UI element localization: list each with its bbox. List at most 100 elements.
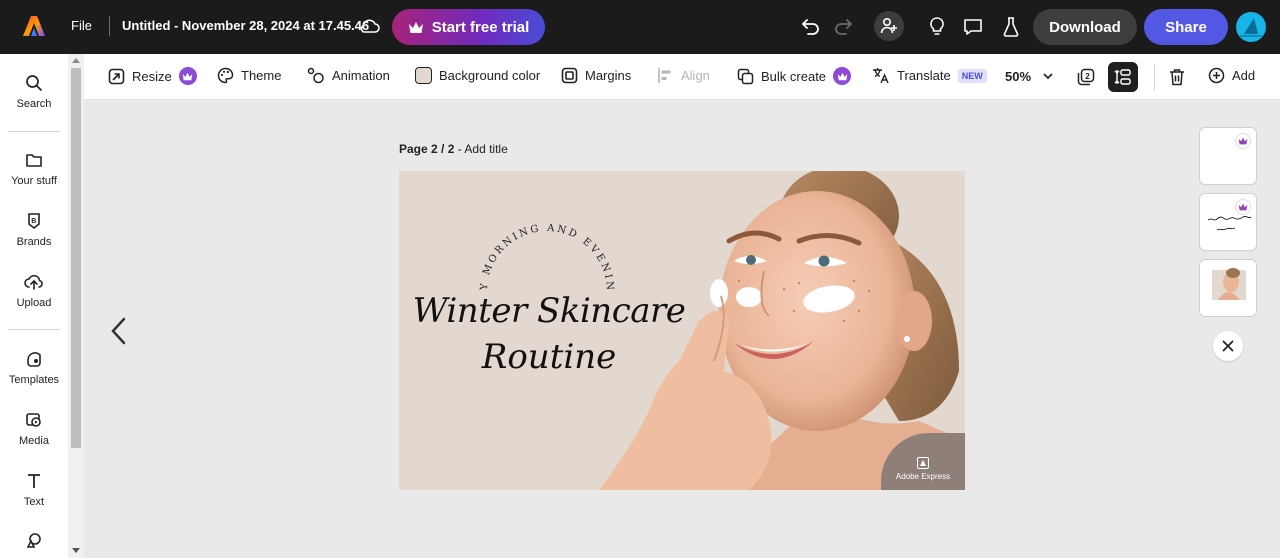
cloud-sync-icon[interactable]	[358, 17, 380, 35]
close-panel-button[interactable]	[1213, 331, 1243, 361]
sidebar-item-your-stuff[interactable]: Your stuff	[0, 151, 68, 187]
page-thumbnail-3[interactable]	[1199, 259, 1257, 317]
animation-button[interactable]: Animation	[307, 67, 390, 84]
pages-icon: 2	[1077, 68, 1095, 86]
sidebar-item-label: Brands	[16, 236, 52, 248]
scroll-thumb[interactable]	[71, 68, 81, 448]
margins-button[interactable]: Margins	[561, 67, 631, 84]
sidebar-divider	[8, 131, 60, 132]
text-icon	[28, 474, 40, 488]
add-title-link[interactable]: Add title	[464, 142, 507, 156]
start-free-trial-button[interactable]: Start free trial	[392, 9, 545, 45]
sidebar-item-search[interactable]: Search	[0, 74, 68, 110]
undo-icon	[801, 19, 819, 35]
adobe-express-logo[interactable]	[22, 14, 46, 38]
delete-button[interactable]	[1166, 66, 1188, 88]
sidebar-item-label: Templates	[8, 374, 60, 386]
add-page-button[interactable]: Add	[1208, 67, 1255, 84]
sidebar-item-brands[interactable]: B Brands	[0, 212, 68, 248]
add-circle-icon	[1208, 67, 1225, 84]
user-avatar[interactable]	[1236, 12, 1266, 42]
left-sidebar: Search Your stuff B Brands Upload Templa…	[0, 54, 68, 558]
premium-crown-icon	[1235, 133, 1251, 149]
flask-icon	[1003, 17, 1019, 37]
new-badge: NEW	[957, 68, 987, 83]
translate-label: Translate	[897, 68, 951, 83]
page-thumbnail-2[interactable]	[1199, 193, 1257, 251]
file-menu-button[interactable]: File	[71, 18, 92, 33]
sidebar-item-media[interactable]: Media	[0, 411, 68, 447]
ideas-button[interactable]	[925, 14, 949, 40]
sidebar-item-text[interactable]: Text	[0, 472, 68, 508]
headline-line-1: Winter Skincare	[412, 291, 686, 331]
scroll-down-arrow[interactable]	[72, 548, 80, 553]
palette-icon	[217, 67, 234, 84]
headline-line-2: Routine	[481, 337, 617, 377]
zoom-level[interactable]: 50%	[1005, 69, 1031, 84]
design-artboard[interactable]: MY MORNING AND EVENING Winter Skincare R…	[399, 171, 965, 490]
bulk-create-button[interactable]: Bulk create	[737, 67, 852, 85]
page-number: Page 2 / 2	[399, 142, 455, 156]
upload-icon	[24, 274, 43, 290]
sidebar-item-label: Media	[19, 435, 49, 447]
sidebar-item-label: Upload	[16, 297, 52, 309]
background-color-swatch	[415, 67, 432, 84]
sidebar-item-label: Search	[16, 98, 52, 110]
page-thumbnail-1[interactable]	[1199, 127, 1257, 185]
premium-crown-icon	[833, 67, 852, 85]
layout-toggle-button[interactable]	[1108, 62, 1138, 92]
premium-crown-icon	[178, 67, 197, 85]
brand-icon: B	[28, 213, 40, 230]
resize-label: Resize	[132, 68, 172, 84]
sidebar-item-elements[interactable]	[0, 531, 68, 549]
headline[interactable]: Winter Skincare Routine	[399, 289, 699, 381]
invite-collaborator-button[interactable]	[874, 11, 904, 41]
toolbar-divider	[1154, 64, 1155, 90]
redo-button[interactable]	[830, 14, 856, 40]
sidebar-item-label: Text	[23, 496, 45, 508]
page-heading: Page 2 / 2 - Add title	[399, 142, 508, 156]
sidebar-scrollbar[interactable]	[68, 54, 84, 558]
align-button[interactable]: Align	[657, 67, 710, 84]
align-label: Align	[681, 68, 710, 83]
theme-button[interactable]: Theme	[217, 67, 281, 84]
resize-button[interactable]: Resize	[108, 67, 197, 85]
scroll-up-arrow[interactable]	[72, 58, 80, 63]
document-title[interactable]: Untitled - November 28, 2024 at 17.45.46	[122, 18, 369, 33]
chevron-down-icon[interactable]	[1042, 70, 1054, 82]
align-icon	[658, 68, 671, 83]
comment-icon	[964, 19, 982, 35]
undo-button[interactable]	[798, 14, 824, 40]
resize-icon	[108, 68, 125, 84]
sidebar-divider	[8, 329, 60, 330]
comments-button[interactable]	[961, 14, 985, 40]
translate-button[interactable]: Translate NEW	[872, 67, 987, 84]
sidebar-item-label: Your stuff	[11, 175, 57, 187]
watermark-text: Adobe Express	[895, 472, 951, 481]
trial-label: Start free trial	[431, 18, 530, 36]
avatar-shape-icon	[1240, 18, 1262, 37]
templates-icon	[27, 352, 41, 367]
background-color-button[interactable]: Background color	[415, 67, 540, 84]
pages-button[interactable]: 2	[1075, 66, 1097, 88]
share-button[interactable]: Share	[1144, 9, 1228, 45]
theme-label: Theme	[241, 68, 282, 83]
editor-toolbar: Resize Theme Animation Background color …	[84, 54, 1280, 100]
sidebar-item-upload[interactable]: Upload	[0, 273, 68, 309]
bulk-create-label: Bulk create	[761, 68, 827, 84]
trash-icon	[1170, 69, 1184, 86]
svg-text:B: B	[31, 218, 36, 225]
translate-icon	[873, 68, 889, 84]
svg-text:MY MORNING AND EVENING: MY MORNING AND EVENING	[447, 201, 615, 293]
labs-button[interactable]	[999, 14, 1023, 40]
previous-page-arrow-icon[interactable]	[108, 316, 130, 346]
bulk-create-icon	[737, 68, 754, 84]
sidebar-item-templates[interactable]: Templates	[0, 350, 68, 386]
elements-icon	[26, 533, 41, 548]
svg-text:2: 2	[1085, 72, 1090, 81]
download-button[interactable]: Download	[1033, 9, 1137, 45]
margins-label: Margins	[585, 68, 632, 83]
lightbulb-icon	[930, 17, 944, 35]
close-icon	[1222, 340, 1234, 352]
folder-icon	[26, 154, 42, 167]
